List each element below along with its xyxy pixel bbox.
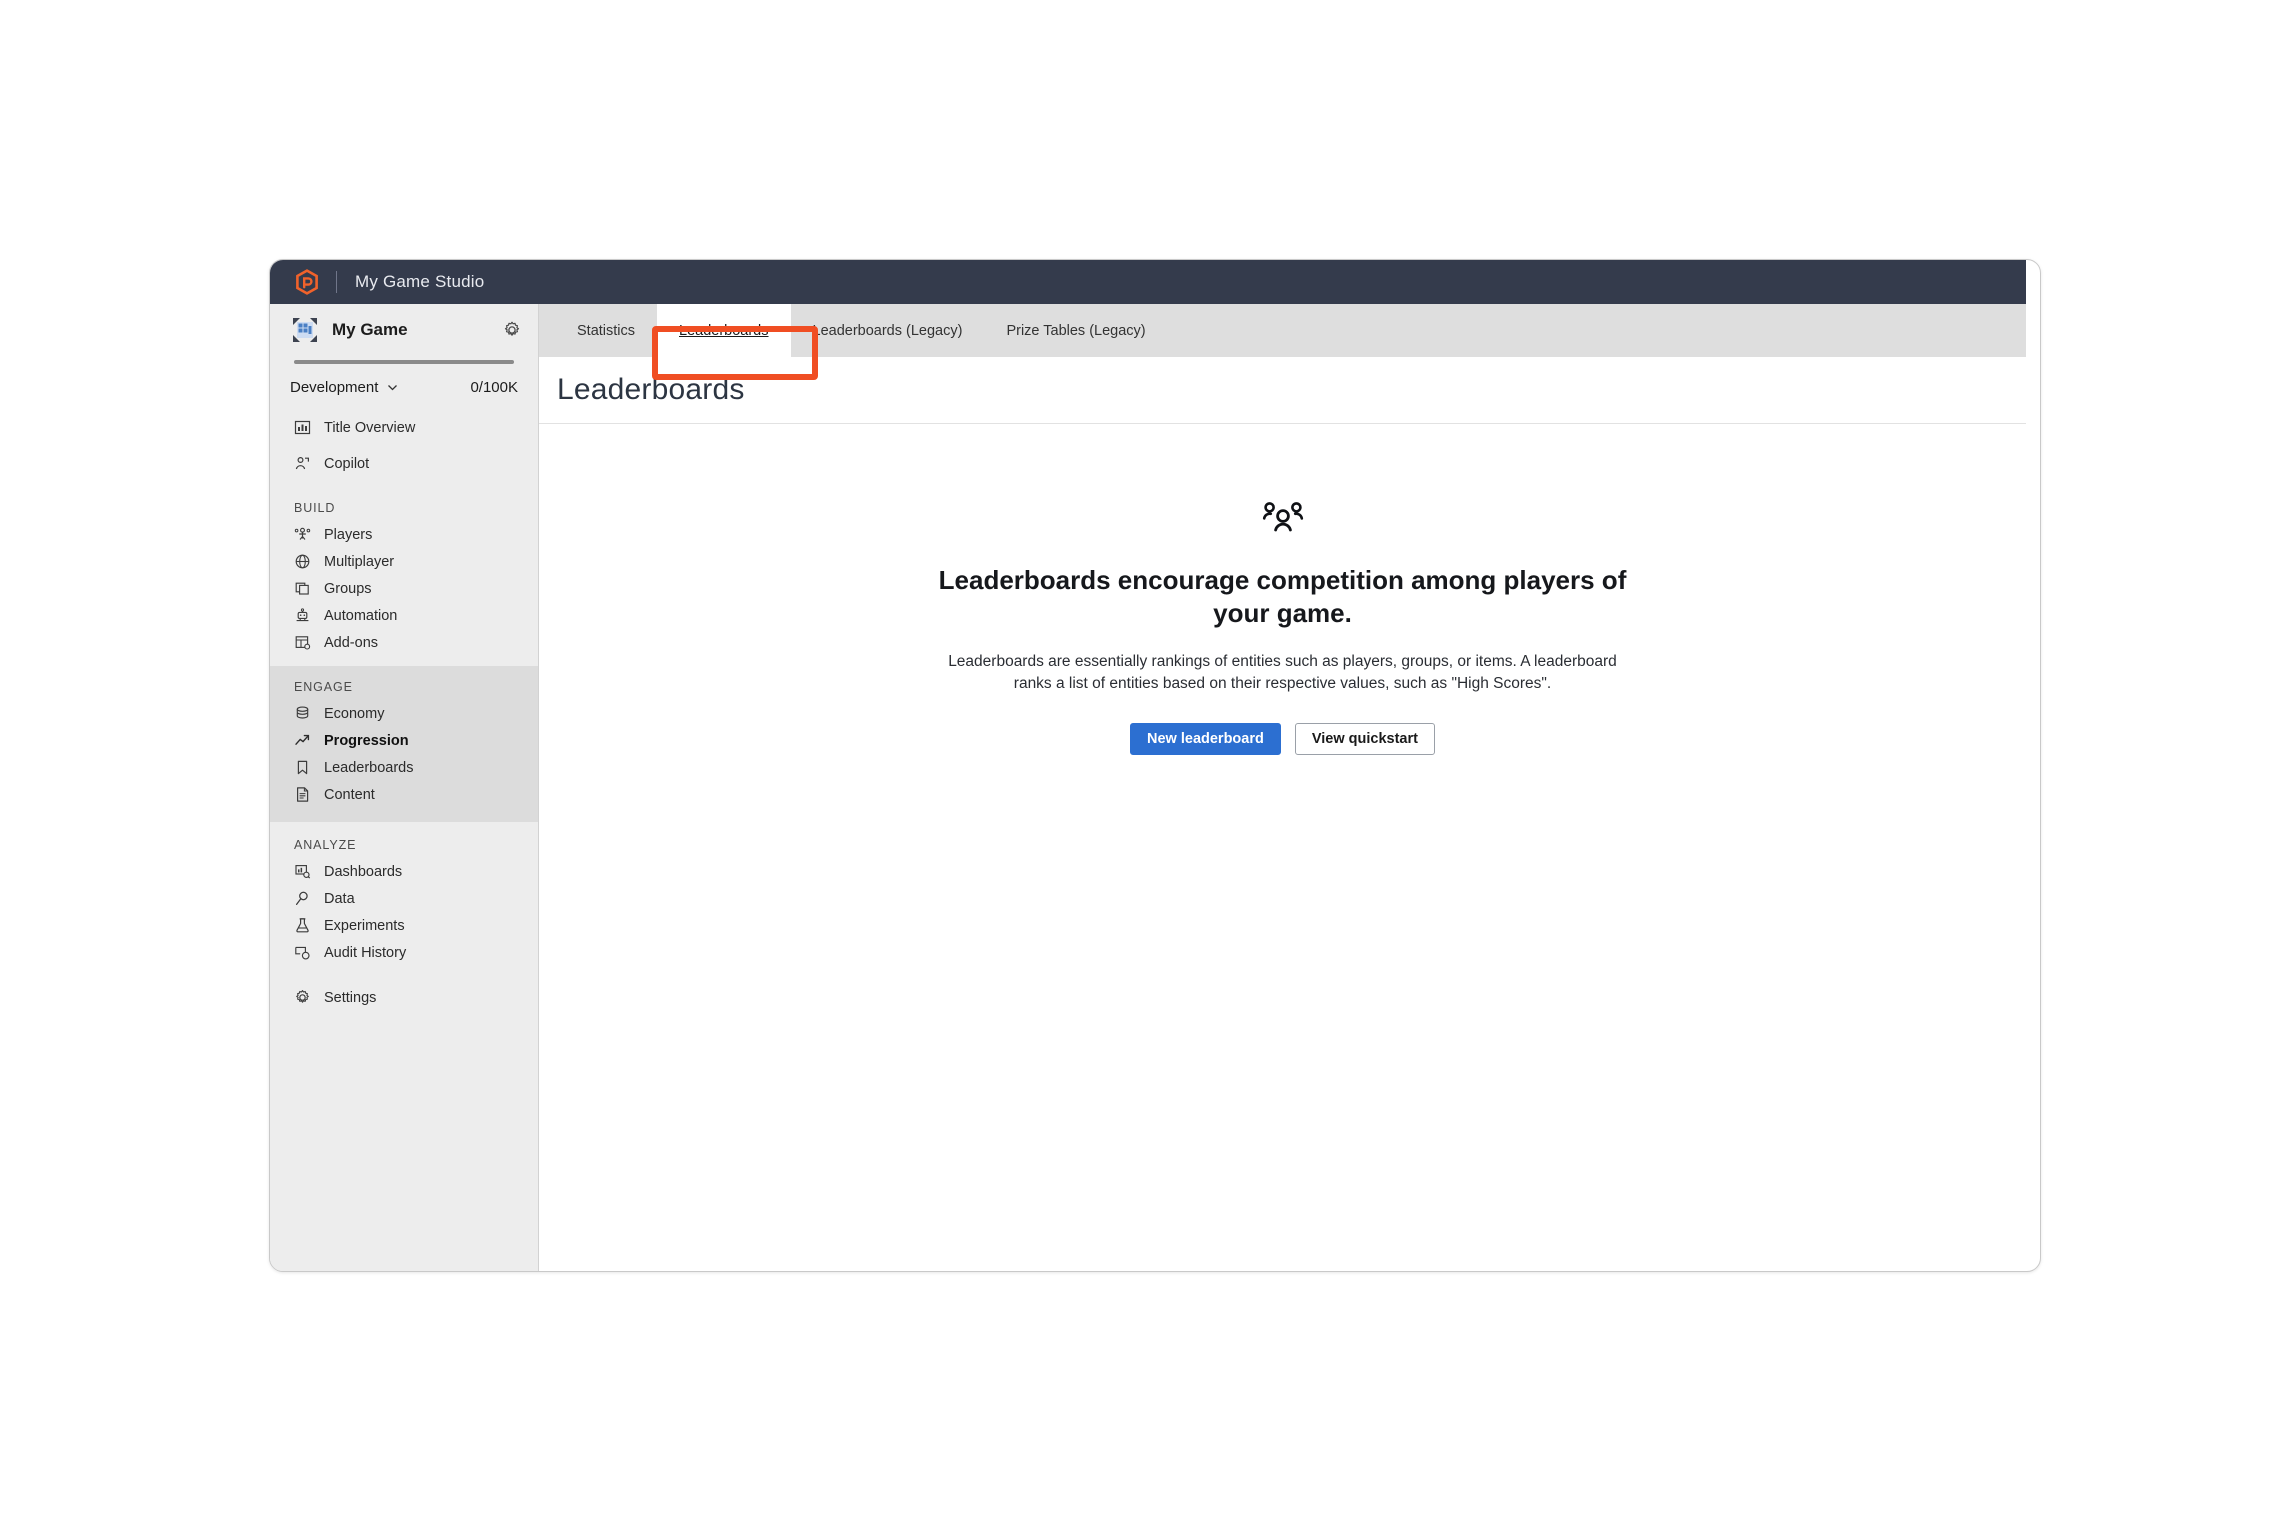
sidebar-item-label: Data — [324, 890, 355, 907]
header-divider — [336, 271, 337, 293]
sidebar-group-engage: ENGAGE Economy Progression Leaderboards … — [270, 666, 538, 822]
sidebar-item-economy[interactable]: Economy — [270, 700, 538, 727]
page-title: Leaderboards — [557, 373, 745, 406]
sidebar-item-label: Multiplayer — [324, 553, 395, 570]
sidebar-group-build: BUILD Players Multiplayer Groups Automat… — [270, 493, 538, 656]
environment-quota: 0/100K — [470, 378, 518, 396]
gear-icon — [294, 989, 311, 1006]
sidebar-item-label: Leaderboards — [324, 759, 414, 776]
tab-label: Leaderboards — [679, 322, 769, 339]
sidebar-group-analyze: ANALYZE Dashboards Data Experiments Audi… — [270, 822, 538, 966]
sidebar-divider — [294, 360, 514, 364]
sidebar-item-progression[interactable]: Progression — [270, 727, 538, 754]
sidebar-item-groups[interactable]: Groups — [270, 575, 538, 602]
sidebar-item-label: Content — [324, 786, 375, 803]
globe-icon — [294, 553, 311, 570]
robot-icon — [294, 607, 311, 624]
sidebar-item-content[interactable]: Content — [270, 781, 538, 808]
tab-prize-tables-legacy[interactable]: Prize Tables (Legacy) — [984, 304, 1167, 357]
sidebar-item-settings[interactable]: Settings — [270, 984, 538, 1011]
copilot-person-icon — [294, 455, 311, 472]
sidebar-item-label: Add-ons — [324, 634, 379, 651]
dashboard-search-icon — [294, 863, 311, 880]
new-leaderboard-button[interactable]: New leaderboard — [1130, 723, 1281, 756]
tab-statistics[interactable]: Statistics — [555, 304, 657, 357]
sidebar-item-label: Settings — [324, 989, 377, 1006]
sidebar-item-data[interactable]: Data — [270, 885, 538, 912]
tab-leaderboards-legacy[interactable]: Leaderboards (Legacy) — [791, 304, 985, 357]
sidebar: My Game Development 0/100K Title Overvie… — [270, 304, 539, 1271]
sidebar-item-label: Copilot — [324, 455, 370, 472]
environment-name: Development — [290, 378, 379, 396]
sidebar-item-copilot[interactable]: Copilot — [270, 450, 538, 477]
bar-chart-icon — [294, 419, 311, 436]
sidebar-item-multiplayer[interactable]: Multiplayer — [270, 548, 538, 575]
app-window: My Game Studio My Game Development 0/100… — [269, 259, 2041, 1272]
tab-label: Prize Tables (Legacy) — [1006, 322, 1146, 339]
sidebar-item-addons[interactable]: Add-ons — [270, 629, 538, 656]
empty-state-heading: Leaderboards encourage competition among… — [938, 565, 1627, 629]
flask-icon — [294, 917, 311, 934]
sidebar-group-label: ENGAGE — [294, 680, 353, 694]
sidebar-item-audit-history[interactable]: Audit History — [270, 939, 538, 966]
magnifier-icon — [294, 890, 311, 907]
playfab-hexagon-logo-icon[interactable] — [294, 269, 320, 295]
audit-shield-icon — [294, 944, 311, 961]
environment-selector[interactable]: Development 0/100K — [270, 368, 538, 406]
sidebar-group-top: Title Overview Copilot — [270, 406, 538, 477]
empty-state-description: Leaderboards are essentially rankings of… — [948, 652, 1617, 692]
sidebar-group-settings: Settings — [270, 966, 538, 1011]
sidebar-item-players[interactable]: Players — [270, 521, 538, 548]
game-name: My Game — [332, 320, 408, 339]
tab-leaderboards[interactable]: Leaderboards — [657, 304, 791, 357]
sidebar-item-label: Automation — [324, 607, 398, 624]
sidebar-item-label: Audit History — [324, 944, 407, 961]
trending-up-arrow-icon — [294, 732, 311, 749]
chevron-down-icon — [386, 381, 399, 394]
sidebar-item-label: Players — [324, 526, 373, 543]
people-group-icon — [1260, 494, 1306, 540]
sidebar-item-label: Groups — [324, 580, 372, 597]
empty-state: Leaderboards encourage competition among… — [539, 424, 2026, 756]
game-selector[interactable]: My Game — [270, 304, 538, 356]
tab-bar: Statistics Leaderboards Leaderboards (Le… — [539, 304, 2026, 357]
sidebar-item-automation[interactable]: Automation — [270, 602, 538, 629]
bookmark-icon — [294, 759, 311, 776]
sidebar-group-label: BUILD — [294, 501, 336, 515]
tab-label: Leaderboards (Legacy) — [812, 322, 963, 339]
addons-grid-icon — [294, 634, 311, 651]
sidebar-item-label: Progression — [324, 732, 409, 749]
studio-title: My Game Studio — [355, 272, 485, 291]
empty-state-actions: New leaderboard View quickstart — [1130, 723, 1435, 756]
sidebar-item-label: Title Overview — [324, 419, 416, 436]
view-quickstart-button[interactable]: View quickstart — [1294, 723, 1435, 756]
tab-label: Statistics — [577, 322, 636, 339]
gear-icon[interactable] — [502, 320, 522, 340]
page-header: Leaderboards — [539, 357, 2026, 424]
sidebar-item-label: Economy — [324, 705, 385, 722]
sidebar-item-experiments[interactable]: Experiments — [270, 912, 538, 939]
game-tile-icon — [290, 315, 320, 345]
top-header: My Game Studio — [270, 260, 2026, 304]
stacked-squares-icon — [294, 580, 311, 597]
sidebar-group-label: ANALYZE — [294, 838, 357, 852]
main-content: Statistics Leaderboards Leaderboards (Le… — [539, 304, 2026, 1271]
players-icon — [294, 526, 311, 543]
sidebar-item-label: Dashboards — [324, 863, 403, 880]
sidebar-item-title-overview[interactable]: Title Overview — [270, 414, 538, 441]
coins-stack-icon — [294, 705, 311, 722]
sidebar-item-dashboards[interactable]: Dashboards — [270, 858, 538, 885]
sidebar-item-leaderboards[interactable]: Leaderboards — [270, 754, 538, 781]
document-icon — [294, 786, 311, 803]
sidebar-item-label: Experiments — [324, 917, 405, 934]
